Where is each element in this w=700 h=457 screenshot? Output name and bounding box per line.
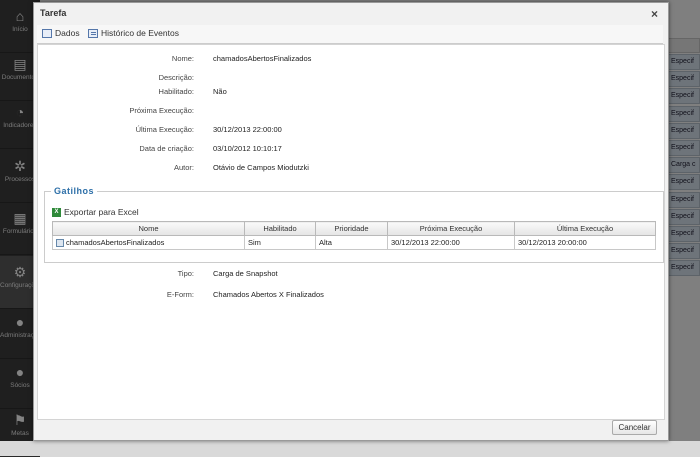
column-header-habilitado[interactable]: Habilitado — [244, 221, 316, 236]
field-label: Descrição: — [158, 73, 194, 82]
field-label: E-Form: — [166, 290, 194, 299]
column-header-prioridade[interactable]: Prioridade — [315, 221, 388, 236]
column-header-nome[interactable]: Nome — [52, 221, 245, 236]
field-label: Nome: — [171, 54, 194, 63]
field-label: Autor: — [173, 163, 194, 172]
export-excel-label: Exportar para Excel — [64, 207, 139, 217]
field-label: Tipo: — [177, 269, 194, 278]
table-row[interactable]: chamadosAbertosFinalizados Sim Alta 30/1… — [52, 235, 656, 250]
gatilhos-fieldset: Gatilhos X Exportar para Excel Nome Habi… — [44, 186, 664, 263]
field-row: Tipo: Carga de Snapshot — [38, 268, 664, 280]
field-label: Próxima Execução: — [129, 106, 194, 115]
cell-ultima-execucao: 30/12/2013 20:00:00 — [514, 235, 656, 250]
field-row: Habilitado: Não — [38, 86, 664, 98]
field-value: Carga de Snapshot — [213, 269, 278, 278]
field-label: Última Execução: — [135, 125, 194, 134]
tab-bar: Dados Histórico de Eventos — [37, 25, 663, 44]
field-label: Data de criação: — [139, 144, 194, 153]
field-label: Habilitado: — [158, 87, 194, 96]
field-row: Data de criação: 03/10/2012 10:10:17 — [38, 143, 664, 155]
cell-prioridade: Alta — [315, 235, 388, 250]
task-dialog: Tarefa × Dados Histórico de Eventos Nome… — [33, 2, 669, 441]
tab-dados-label: Dados — [55, 28, 80, 38]
close-icon[interactable]: × — [651, 7, 658, 21]
dados-panel: Nome: chamadosAbertosFinalizados Descrição… — [37, 44, 665, 420]
column-header-proxima-execucao[interactable]: Próxima Execução — [387, 221, 515, 236]
field-value: 03/10/2012 10:10:17 — [213, 144, 282, 153]
tab-historico-label: Histórico de Eventos — [101, 28, 179, 38]
export-excel-button[interactable]: X Exportar para Excel — [52, 207, 139, 217]
cell-nome: chamadosAbertosFinalizados — [52, 235, 245, 250]
excel-icon: X — [52, 207, 61, 217]
field-row: Descrição: — [38, 72, 664, 84]
field-value: chamadosAbertosFinalizados — [213, 54, 312, 63]
data-icon — [42, 28, 52, 38]
gatilhos-table: Nome Habilitado Prioridade Próxima Execu… — [52, 221, 656, 250]
field-row: Última Execução: 30/12/2013 22:00:00 — [38, 124, 664, 136]
tab-historico-eventos[interactable]: Histórico de Eventos — [88, 28, 179, 38]
cell-habilitado: Sim — [244, 235, 316, 250]
field-value: Não — [213, 87, 227, 96]
field-value: 30/12/2013 22:00:00 — [213, 125, 282, 134]
dialog-footer: Cancelar — [34, 418, 668, 440]
dialog-title: Tarefa — [40, 8, 67, 18]
field-row: Nome: chamadosAbertosFinalizados — [38, 53, 664, 65]
field-row: Autor: Otávio de Campos Miodutzki — [38, 162, 664, 174]
cancel-button[interactable]: Cancelar — [612, 420, 657, 435]
cell-proxima-execucao: 30/12/2013 22:00:00 — [387, 235, 515, 250]
field-row: E-Form: Chamados Abertos X Finalizados — [38, 289, 664, 301]
tab-dados[interactable]: Dados — [42, 28, 80, 38]
gatilhos-legend: Gatilhos — [51, 186, 98, 196]
field-value: Otávio de Campos Miodutzki — [213, 163, 309, 172]
column-header-ultima-execucao[interactable]: Última Execução — [514, 221, 656, 236]
field-row: Próxima Execução: — [38, 105, 664, 117]
task-icon — [56, 239, 64, 247]
field-value: Chamados Abertos X Finalizados — [213, 290, 324, 299]
history-icon — [88, 28, 98, 38]
